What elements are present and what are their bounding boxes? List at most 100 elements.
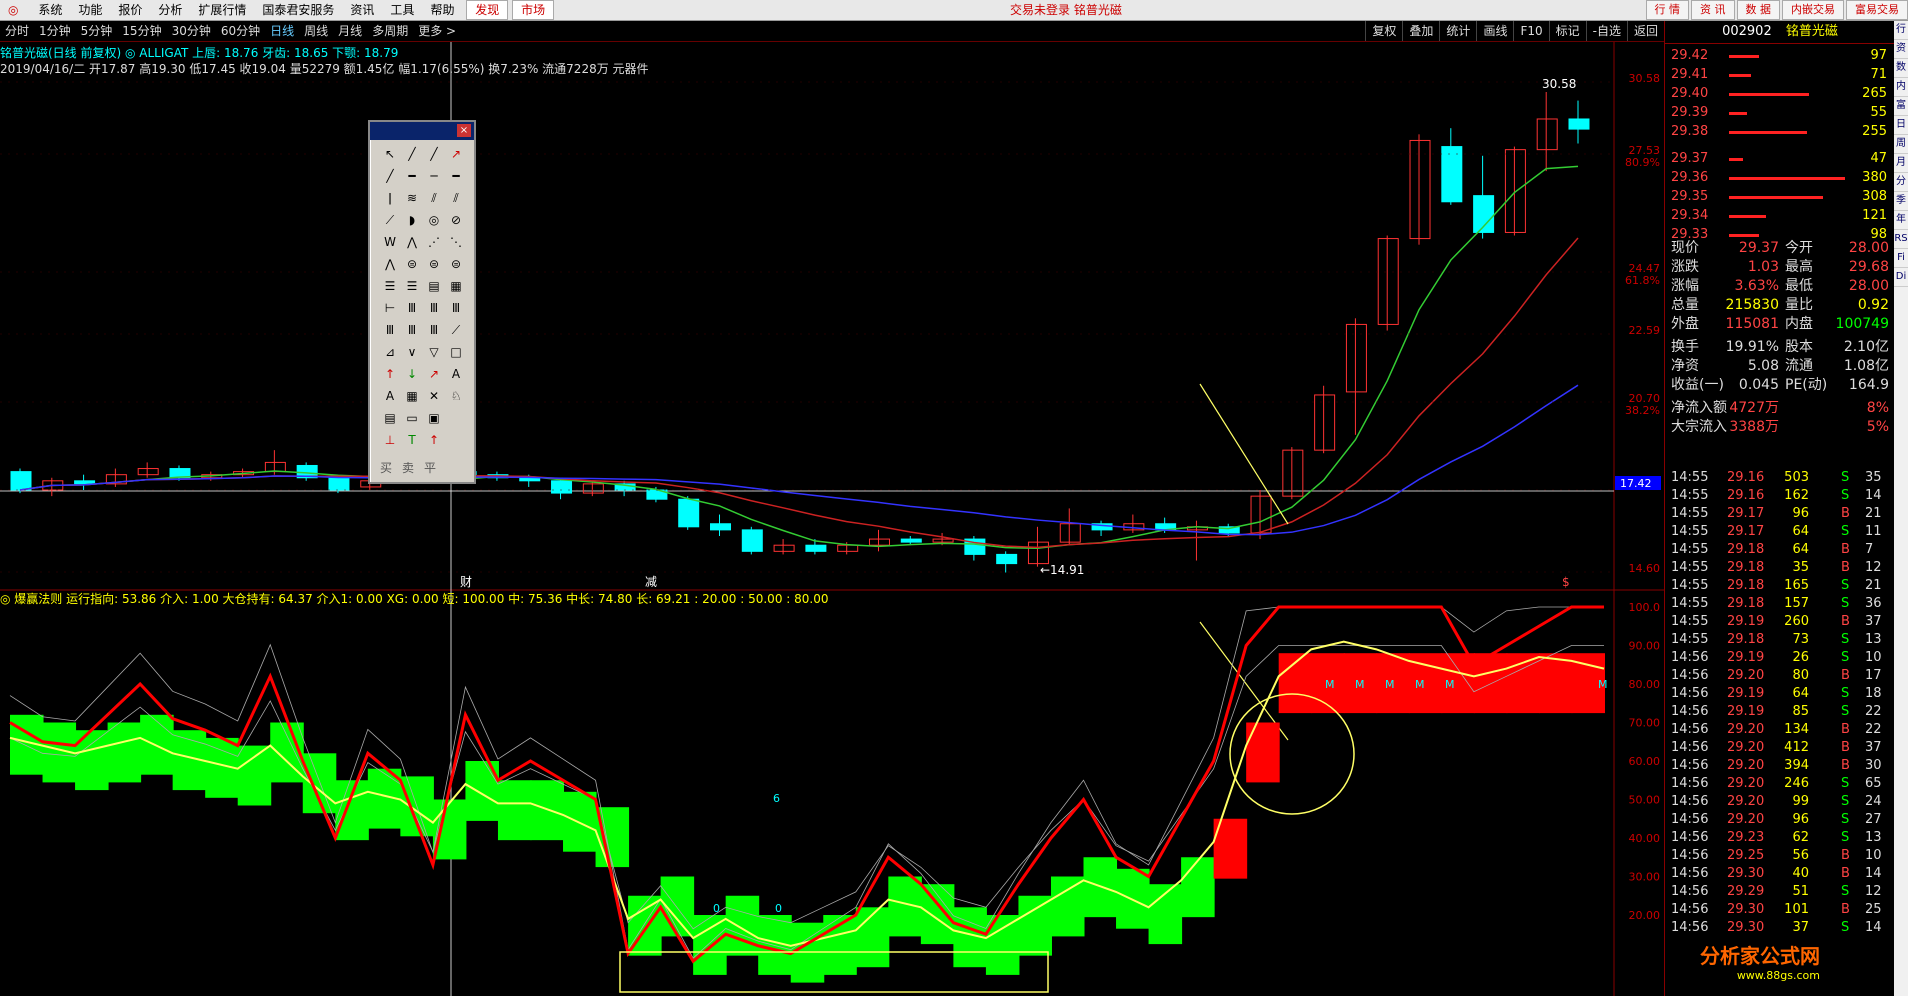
side-shortcut-13[interactable]: Di [1894, 268, 1908, 287]
draw-tool-5[interactable]: ━ [402, 166, 422, 186]
chart-tool-button-7[interactable]: 返回 [1626, 21, 1664, 41]
period-tab-5[interactable]: 60分钟 [216, 21, 265, 41]
draw-tool-33[interactable]: Ⅲ [402, 320, 422, 340]
orderbook-row[interactable]: 29.38 255 [1669, 123, 1891, 141]
draw-tool-15[interactable]: ⊘ [446, 210, 466, 230]
draw-tool-32[interactable]: Ⅲ [380, 320, 400, 340]
draw-tool-0[interactable]: ↖ [380, 144, 400, 164]
orderbook-row[interactable]: 29.41 71 [1669, 66, 1891, 84]
draw-tool-45[interactable]: ▦ [402, 386, 422, 406]
draw-tool-50[interactable]: ▣ [424, 408, 444, 428]
side-shortcut-7[interactable]: 月 [1894, 154, 1908, 173]
period-tab-2[interactable]: 5分钟 [76, 21, 118, 41]
chart-tool-button-0[interactable]: 复权 [1365, 21, 1402, 41]
orderbook-row[interactable]: 29.34 121 [1669, 207, 1891, 225]
draw-tool-21[interactable]: ⊜ [402, 254, 422, 274]
chart-tool-button-2[interactable]: 统计 [1439, 21, 1476, 41]
menu-discover[interactable]: 发现 [466, 0, 509, 20]
draw-tool-4[interactable]: ╱ [380, 166, 400, 186]
draw-tool-2[interactable]: ╱ [424, 144, 444, 164]
draw-tool-31[interactable]: Ⅲ [446, 298, 466, 318]
menu-item-1[interactable]: 功能 [70, 0, 110, 20]
draw-tool-29[interactable]: Ⅲ [402, 298, 422, 318]
period-tab-3[interactable]: 15分钟 [117, 21, 166, 41]
draw-tool-18[interactable]: ⋰ [424, 232, 444, 252]
chart-tool-button-4[interactable]: F10 [1513, 21, 1548, 41]
draw-tool-36[interactable]: ⊿ [380, 342, 400, 362]
draw-tool-51[interactable] [446, 408, 466, 428]
period-tab-7[interactable]: 周线 [299, 21, 333, 41]
draw-tool-12[interactable]: ⟋ [380, 210, 400, 230]
side-shortcut-4[interactable]: 富 [1894, 97, 1908, 116]
top-right-button-1[interactable]: 资 讯 [1691, 0, 1735, 20]
draw-tool-47[interactable]: ♘ [446, 386, 466, 406]
orderbook-row[interactable]: 29.37 47 [1669, 150, 1891, 168]
draw-tool-37[interactable]: ∨ [402, 342, 422, 362]
menu-item-0[interactable]: 系统 [30, 0, 70, 20]
draw-tool-39[interactable]: □ [446, 342, 466, 362]
period-tab-4[interactable]: 30分钟 [167, 21, 216, 41]
draw-tool-25[interactable]: ☰ [402, 276, 422, 296]
orderbook-row[interactable]: 29.39 55 [1669, 104, 1891, 122]
draw-tool-42[interactable]: ↗ [424, 364, 444, 384]
close-icon[interactable]: × [457, 124, 471, 137]
side-shortcut-9[interactable]: 季 [1894, 192, 1908, 211]
period-tab-10[interactable]: 更多 > [413, 21, 461, 41]
side-shortcut-1[interactable]: 资 [1894, 40, 1908, 59]
period-tab-6[interactable]: 日线 [265, 21, 299, 41]
draw-tool-27[interactable]: ▦ [446, 276, 466, 296]
draw-tool-19[interactable]: ⋱ [446, 232, 466, 252]
menu-market[interactable]: 市场 [512, 0, 555, 20]
menu-item-2[interactable]: 报价 [110, 0, 150, 20]
draw-tool-49[interactable]: ▭ [402, 408, 422, 428]
draw-tool-13[interactable]: ◗ [402, 210, 422, 230]
orderbook-row[interactable]: 29.40 265 [1669, 85, 1891, 103]
draw-tool-53[interactable]: T [402, 430, 422, 450]
draw-tool-16[interactable]: W [380, 232, 400, 252]
draw-tool-52[interactable]: ⊥ [380, 430, 400, 450]
chart-tool-button-1[interactable]: 叠加 [1402, 21, 1439, 41]
menu-item-4[interactable]: 扩展行情 [190, 0, 254, 20]
menu-item-7[interactable]: 工具 [382, 0, 422, 20]
menu-item-8[interactable]: 帮助 [422, 0, 462, 20]
draw-tool-26[interactable]: ▤ [424, 276, 444, 296]
draw-tool-20[interactable]: ⋀ [380, 254, 400, 274]
draw-tool-55[interactable] [446, 430, 466, 450]
draw-tool-9[interactable]: ≋ [402, 188, 422, 208]
period-tab-1[interactable]: 1分钟 [34, 21, 76, 41]
draw-tool-38[interactable]: ▽ [424, 342, 444, 362]
toolbox-buy-sell[interactable]: 买卖平 [380, 459, 446, 476]
side-shortcut-10[interactable]: 年 [1894, 211, 1908, 230]
top-right-button-2[interactable]: 数 据 [1736, 0, 1780, 20]
draw-tool-40[interactable]: ↑ [380, 364, 400, 384]
orderbook-row[interactable]: 29.35 308 [1669, 188, 1891, 206]
period-tab-0[interactable]: 分时 [0, 21, 34, 41]
chart-area[interactable]: 30.58←14.91财减 $30.5827.5324.4722.5920.701… [0, 42, 1664, 996]
side-shortcut-5[interactable]: 日 [1894, 116, 1908, 135]
draw-tool-11[interactable]: ⫽ [446, 188, 466, 208]
drawing-toolbox[interactable]: × ↖ ╱ ╱ ↗ ╱ ━ ─ ━ ǀ ≋ ⫽ ⫽ ⟋ ◗ ◎ ⊘ W ⋀ ⋰ ⋱ ⋀ ⊜ ⊜ ⊜ ☰ ☰ ▤ ▦ ⊢ Ⅲ Ⅲ Ⅲ Ⅲ Ⅲ Ⅲ ⟋ ⊿ ∨… [368, 120, 476, 484]
menu-item-6[interactable]: 资讯 [342, 0, 382, 20]
draw-tool-10[interactable]: ⫽ [424, 188, 444, 208]
draw-tool-3[interactable]: ↗ [446, 144, 466, 164]
draw-tool-1[interactable]: ╱ [402, 144, 422, 164]
side-shortcut-8[interactable]: 分 [1894, 173, 1908, 192]
draw-tool-28[interactable]: ⊢ [380, 298, 400, 318]
draw-tool-6[interactable]: ─ [424, 166, 444, 186]
draw-tool-34[interactable]: Ⅲ [424, 320, 444, 340]
draw-tool-14[interactable]: ◎ [424, 210, 444, 230]
draw-tool-43[interactable]: A [446, 364, 466, 384]
draw-tool-46[interactable]: ✕ [424, 386, 444, 406]
draw-tool-8[interactable]: ǀ [380, 188, 400, 208]
side-shortcut-6[interactable]: 周 [1894, 135, 1908, 154]
menu-item-3[interactable]: 分析 [150, 0, 190, 20]
draw-tool-7[interactable]: ━ [446, 166, 466, 186]
draw-tool-22[interactable]: ⊜ [424, 254, 444, 274]
orderbook-row[interactable]: 29.42 97 [1669, 47, 1891, 65]
period-tab-8[interactable]: 月线 [333, 21, 367, 41]
side-shortcut-11[interactable]: RS [1894, 230, 1908, 249]
side-shortcut-3[interactable]: 内 [1894, 78, 1908, 97]
side-shortcut-2[interactable]: 数 [1894, 59, 1908, 78]
top-right-button-0[interactable]: 行 情 [1645, 0, 1689, 20]
draw-tool-44[interactable]: A [380, 386, 400, 406]
